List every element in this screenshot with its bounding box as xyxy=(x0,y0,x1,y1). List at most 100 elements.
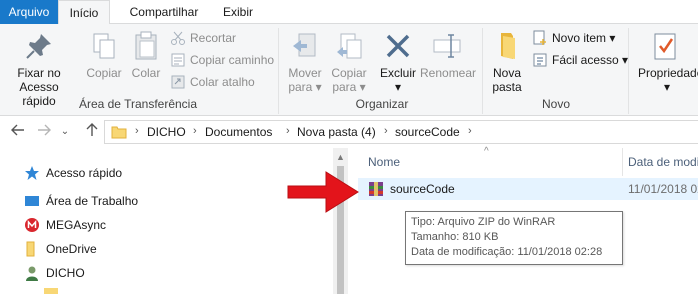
breadcrumb-sourcecode[interactable]: sourceCode xyxy=(395,125,460,139)
rename-icon xyxy=(433,34,461,58)
properties-icon xyxy=(654,33,676,60)
ribbon: Fixar no Acesso rápido Copiar Colar Reco… xyxy=(0,24,698,116)
cut-button[interactable]: Recortar xyxy=(170,28,236,48)
ribbon-separator xyxy=(278,28,279,114)
tab-home[interactable]: Início xyxy=(58,0,110,25)
properties-caret: ▾ xyxy=(664,80,671,94)
rename-button[interactable]: Renomear xyxy=(420,28,477,80)
copy-to-button[interactable]: Copiar para ▾ xyxy=(328,28,370,94)
copy-icon xyxy=(93,33,115,59)
file-name: sourceCode xyxy=(390,182,455,196)
column-divider[interactable] xyxy=(622,148,623,176)
star-icon xyxy=(25,166,39,180)
ribbon-separator xyxy=(482,28,483,114)
scissors-icon xyxy=(171,31,185,45)
tooltip-modified: Data de modificação: 11/01/2018 02:28 xyxy=(411,246,603,258)
move-to-button[interactable]: Mover para ▾ xyxy=(284,28,326,94)
sort-ascending-icon: ^ xyxy=(484,146,489,157)
move-to-label-1: Mover xyxy=(288,66,322,80)
folder-icon xyxy=(44,288,58,294)
new-item-button[interactable]: Novo item ▾ xyxy=(532,28,615,48)
tooltip-size: Tamanho: 810 KB xyxy=(411,231,499,243)
chevron-right-icon: › xyxy=(135,125,139,137)
mega-icon xyxy=(25,218,39,232)
nav-item-dicho[interactable]: DICHO xyxy=(24,262,85,284)
copy-to-label-1: Copiar xyxy=(331,66,367,80)
tab-share[interactable]: Compartilhar xyxy=(126,0,202,24)
copy-to-icon xyxy=(337,33,362,59)
paste-label: Colar xyxy=(131,66,161,80)
chevron-down-icon: ⌄ xyxy=(60,126,70,137)
back-arrow-icon xyxy=(11,124,24,136)
properties-button[interactable]: Propriedades ▾ xyxy=(634,28,698,94)
copy-path-icon xyxy=(171,53,185,67)
copy-button[interactable]: Copiar xyxy=(84,28,124,80)
move-to-label-2: para ▾ xyxy=(288,80,322,94)
new-folder-icon xyxy=(501,33,515,59)
folder-icon xyxy=(26,241,35,257)
copy-label: Copiar xyxy=(86,66,122,80)
delete-button[interactable]: Excluir ▾ xyxy=(376,28,420,94)
folder-icon xyxy=(111,126,127,139)
desktop-icon xyxy=(25,196,39,206)
easy-access-icon xyxy=(533,53,547,67)
delete-x-icon xyxy=(386,34,410,58)
pin-quick-access-button[interactable]: Fixar no Acesso rápido xyxy=(4,28,74,108)
paste-button[interactable]: Colar xyxy=(128,28,164,80)
ribbon-separator xyxy=(628,28,629,114)
back-button[interactable] xyxy=(8,122,28,142)
chevron-right-icon: › xyxy=(384,125,388,137)
delete-label: Excluir ▾ xyxy=(379,66,416,94)
clipboard-group-label: Área de Transferência xyxy=(78,97,198,111)
organize-group-label: Organizar xyxy=(355,97,409,111)
copy-path-button[interactable]: Copiar caminho xyxy=(170,50,274,70)
nav-label: MEGAsync xyxy=(46,218,107,232)
easy-access-label: Fácil acesso ▾ xyxy=(552,53,629,67)
new-group-label: Novo xyxy=(541,97,570,111)
paste-shortcut-label: Colar atalho xyxy=(190,75,255,89)
new-item-icon xyxy=(533,30,546,45)
tab-file[interactable]: Arquivo xyxy=(0,0,58,24)
paste-shortcut-icon xyxy=(171,75,185,89)
nav-label: Área de Trabalho xyxy=(46,194,139,208)
file-date: 11/01/2018 02: xyxy=(628,182,698,196)
column-header-name[interactable]: Nome xyxy=(368,148,400,176)
new-folder-button[interactable]: Nova pasta xyxy=(486,28,528,94)
address-bar[interactable]: › DICHO › Documentos › Nova pasta (4) › … xyxy=(104,120,698,144)
chevron-right-icon: › xyxy=(286,125,290,137)
file-row[interactable]: sourceCode 11/01/2018 02: xyxy=(358,178,698,200)
column-header-date[interactable]: Data de modi xyxy=(628,148,698,176)
pin-label-1: Fixar no xyxy=(17,66,61,80)
up-arrow-icon xyxy=(86,123,98,136)
tab-view[interactable]: Exibir xyxy=(214,0,262,24)
rename-label: Renomear xyxy=(420,66,477,80)
nav-item-onedrive[interactable]: OneDrive xyxy=(24,238,97,260)
up-button[interactable] xyxy=(82,122,102,142)
forward-arrow-icon xyxy=(38,124,51,136)
user-icon xyxy=(26,266,38,281)
new-item-label: Novo item ▾ xyxy=(552,31,616,45)
chevron-right-icon: › xyxy=(193,125,197,137)
address-row: ⌄ › DICHO › Documentos › Nova pasta (4) … xyxy=(0,116,698,148)
nav-item-megasync[interactable]: MEGAsync xyxy=(24,214,106,236)
breadcrumb-dicho[interactable]: DICHO xyxy=(147,125,186,139)
chevron-right-icon: › xyxy=(468,125,472,137)
forward-button[interactable] xyxy=(34,122,54,142)
breadcrumb-documentos[interactable]: Documentos xyxy=(205,125,272,139)
scroll-up-icon[interactable]: ▲ xyxy=(336,152,345,162)
file-tooltip: Tipo: Arquivo ZIP do WinRAR Tamanho: 810… xyxy=(405,211,623,265)
paste-shortcut-button[interactable]: Colar atalho xyxy=(170,72,255,92)
nav-item-quick-access[interactable]: Acesso rápido xyxy=(24,162,122,184)
red-arrow-icon xyxy=(287,171,359,213)
breadcrumb-nova-pasta[interactable]: Nova pasta (4) xyxy=(297,125,376,139)
properties-label: Propriedades xyxy=(638,66,698,80)
new-folder-label-2: pasta xyxy=(492,80,522,94)
cut-label: Recortar xyxy=(190,31,237,45)
nav-label: OneDrive xyxy=(46,242,97,256)
nav-label: DICHO xyxy=(46,266,85,280)
pin-icon xyxy=(26,34,51,59)
easy-access-button[interactable]: Fácil acesso ▾ xyxy=(532,50,628,70)
recent-locations-button[interactable]: ⌄ xyxy=(58,122,72,142)
nav-item-desktop[interactable]: Área de Trabalho xyxy=(24,190,138,212)
copy-path-label: Copiar caminho xyxy=(190,53,275,67)
